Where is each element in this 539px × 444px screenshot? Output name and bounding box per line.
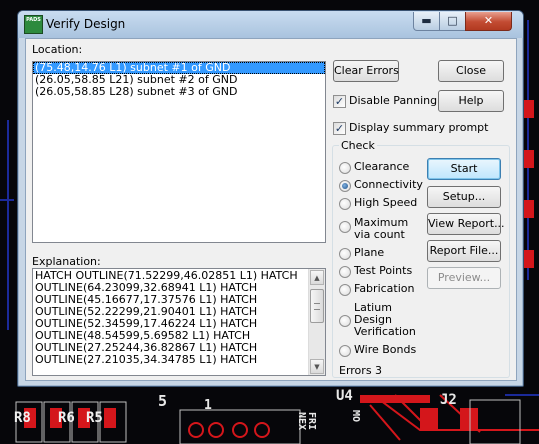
explanation-line: OUTLINE(27.21035,34.34785 L1) HATCH (35, 353, 258, 366)
check-group-title: Check (339, 139, 377, 152)
pcb-label-r8: R8 (14, 410, 31, 426)
pcb-label-1: 1 (204, 398, 212, 413)
location-list[interactable]: (75.48,14.76 L1) subnet #1 of GND (26.05… (32, 61, 326, 243)
radio-button[interactable] (339, 198, 351, 210)
radio-button[interactable] (339, 345, 351, 357)
explanation-label: Explanation: (32, 255, 101, 268)
pcb-vertical-text: MO (350, 410, 361, 423)
radio-button[interactable] (339, 221, 351, 233)
explanation-text[interactable]: HATCH OUTLINE(71.52299,46.02851 L1) HATC… (32, 268, 326, 376)
radio-label: Plane (354, 246, 385, 259)
setup-button[interactable]: Setup... (427, 186, 501, 208)
errors-label: Errors (339, 364, 372, 377)
pcb-label-u4: U4 (336, 388, 353, 404)
radio-button[interactable] (339, 162, 351, 174)
view-report-button[interactable]: View Report... (427, 213, 505, 235)
title-bar[interactable]: PADS Verify Design ▬ □ ✕ (18, 11, 523, 38)
radio-button[interactable] (339, 284, 351, 296)
radio-label: Connectivity (354, 178, 423, 191)
pcb-label-r5: R5 (86, 410, 103, 426)
radio-label: Wire Bonds (354, 343, 417, 356)
location-item[interactable]: (26.05,58.85 L28) subnet #3 of GND (33, 86, 325, 98)
check-groupbox: Check Clearance Connectivity High Speed … (332, 139, 510, 378)
radio-label: Fabrication (354, 282, 415, 295)
display-summary-check[interactable]: ✓ (333, 122, 346, 135)
radio-label: Maximum via count (354, 216, 409, 241)
disable-panning-label: Disable Panning (349, 94, 438, 107)
radio-button[interactable] (339, 248, 351, 260)
pcb-label-j2: J2 (440, 392, 457, 408)
radio-button[interactable] (339, 266, 351, 278)
verify-design-dialog: PADS Verify Design ▬ □ ✕ Location: (75.4… (17, 10, 524, 387)
pcb-vertical-text: NEX (296, 412, 307, 431)
radio-label: Clearance (354, 160, 410, 173)
location-label: Location: (32, 43, 83, 56)
errors-count: 3 (375, 364, 382, 377)
radio-button-selected[interactable] (339, 180, 351, 192)
clear-errors-button[interactable]: Clear Errors (333, 60, 399, 82)
pads-app-icon: PADS (24, 15, 43, 34)
dialog-client-area: Location: (75.48,14.76 L1) subnet #1 of … (25, 38, 517, 381)
close-button[interactable]: Close (438, 60, 504, 82)
scroll-up-arrow-icon[interactable]: ▲ (310, 270, 324, 285)
scroll-down-arrow-icon[interactable]: ▼ (310, 359, 324, 374)
explanation-scrollbar[interactable]: ▲ ▼ (308, 269, 325, 375)
radio-label: High Speed (354, 196, 418, 209)
radio-label: Test Points (354, 264, 413, 277)
pcb-label-5: 5 (158, 392, 168, 410)
minimize-button[interactable]: ▬ (413, 12, 440, 31)
pcb-label-r6: R6 (58, 410, 75, 426)
scroll-thumb[interactable] (310, 289, 324, 323)
maximize-button[interactable]: □ (439, 12, 466, 31)
disable-panning-check[interactable]: ✓ (333, 95, 346, 108)
report-file-button[interactable]: Report File... (427, 240, 501, 262)
radio-button[interactable] (339, 315, 351, 327)
help-button[interactable]: Help (438, 90, 504, 112)
radio-label: Latium Design Verification (354, 301, 416, 338)
window-close-button[interactable]: ✕ (465, 12, 512, 31)
preview-button[interactable]: Preview... (427, 267, 501, 289)
window-title: Verify Design (46, 17, 126, 31)
display-summary-prompt-label: Display summary prompt (349, 121, 489, 134)
pcb-vertical-text: FRI (306, 412, 317, 431)
start-button[interactable]: Start (427, 158, 501, 180)
